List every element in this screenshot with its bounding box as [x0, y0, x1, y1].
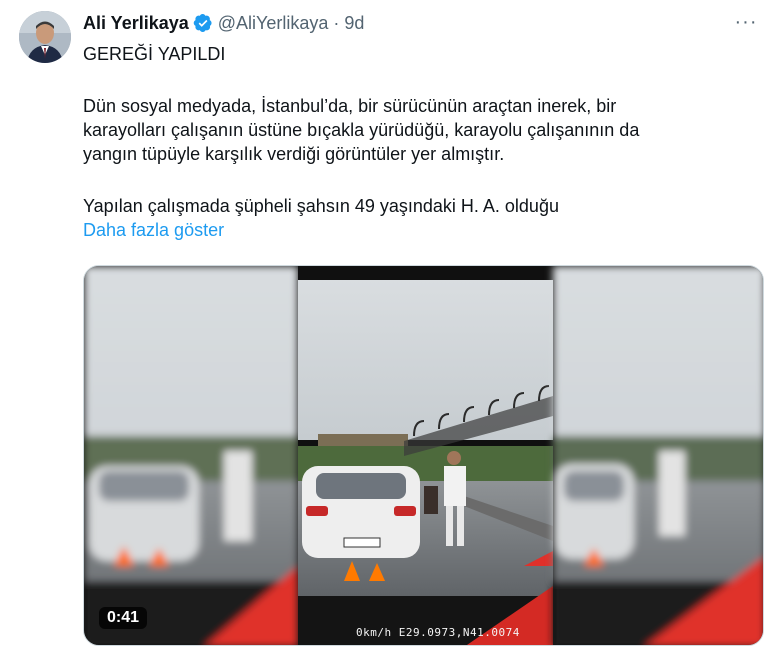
tweet-line: Yapılan çalışmada şüpheli şahsın 49 yaşı… — [83, 196, 559, 216]
avatar-image — [19, 11, 71, 63]
more-options-icon[interactable]: ··· — [732, 8, 760, 36]
video-player[interactable]: 0:41 0km/h E29.0973,N41.0074 — [83, 265, 764, 646]
tweet-line: karayolları çalışanın üstüne bıçakla yür… — [83, 120, 640, 140]
timestamp[interactable]: 9d — [344, 13, 364, 34]
avatar[interactable] — [19, 11, 71, 63]
tweet-header: Ali Yerlikaya @AliYerlikaya · 9d — [83, 10, 364, 36]
video-thumbnail — [84, 266, 763, 645]
dashcam-overlay-text: 0km/h E29.0973,N41.0074 — [356, 626, 520, 639]
tweet-line: yangın tüpüyle karşılık verdiği görüntül… — [83, 144, 505, 164]
author-handle[interactable]: @AliYerlikaya — [218, 13, 329, 34]
tweet-line: Dün sosyal medyada, İstanbul’da, bir sür… — [83, 96, 617, 116]
tweet-card[interactable]: Ali Yerlikaya @AliYerlikaya · 9d ··· GER… — [0, 0, 770, 652]
show-more-link[interactable]: Daha fazla göster — [83, 218, 753, 242]
separator-dot: · — [333, 12, 340, 33]
tweet-line: GEREĞİ YAPILDI — [83, 44, 226, 64]
video-duration-badge: 0:41 — [99, 607, 148, 629]
verified-badge-icon[interactable] — [193, 13, 213, 33]
author-name[interactable]: Ali Yerlikaya — [83, 13, 189, 34]
tweet-text: GEREĞİ YAPILDI Dün sosyal medyada, İstan… — [83, 42, 753, 242]
